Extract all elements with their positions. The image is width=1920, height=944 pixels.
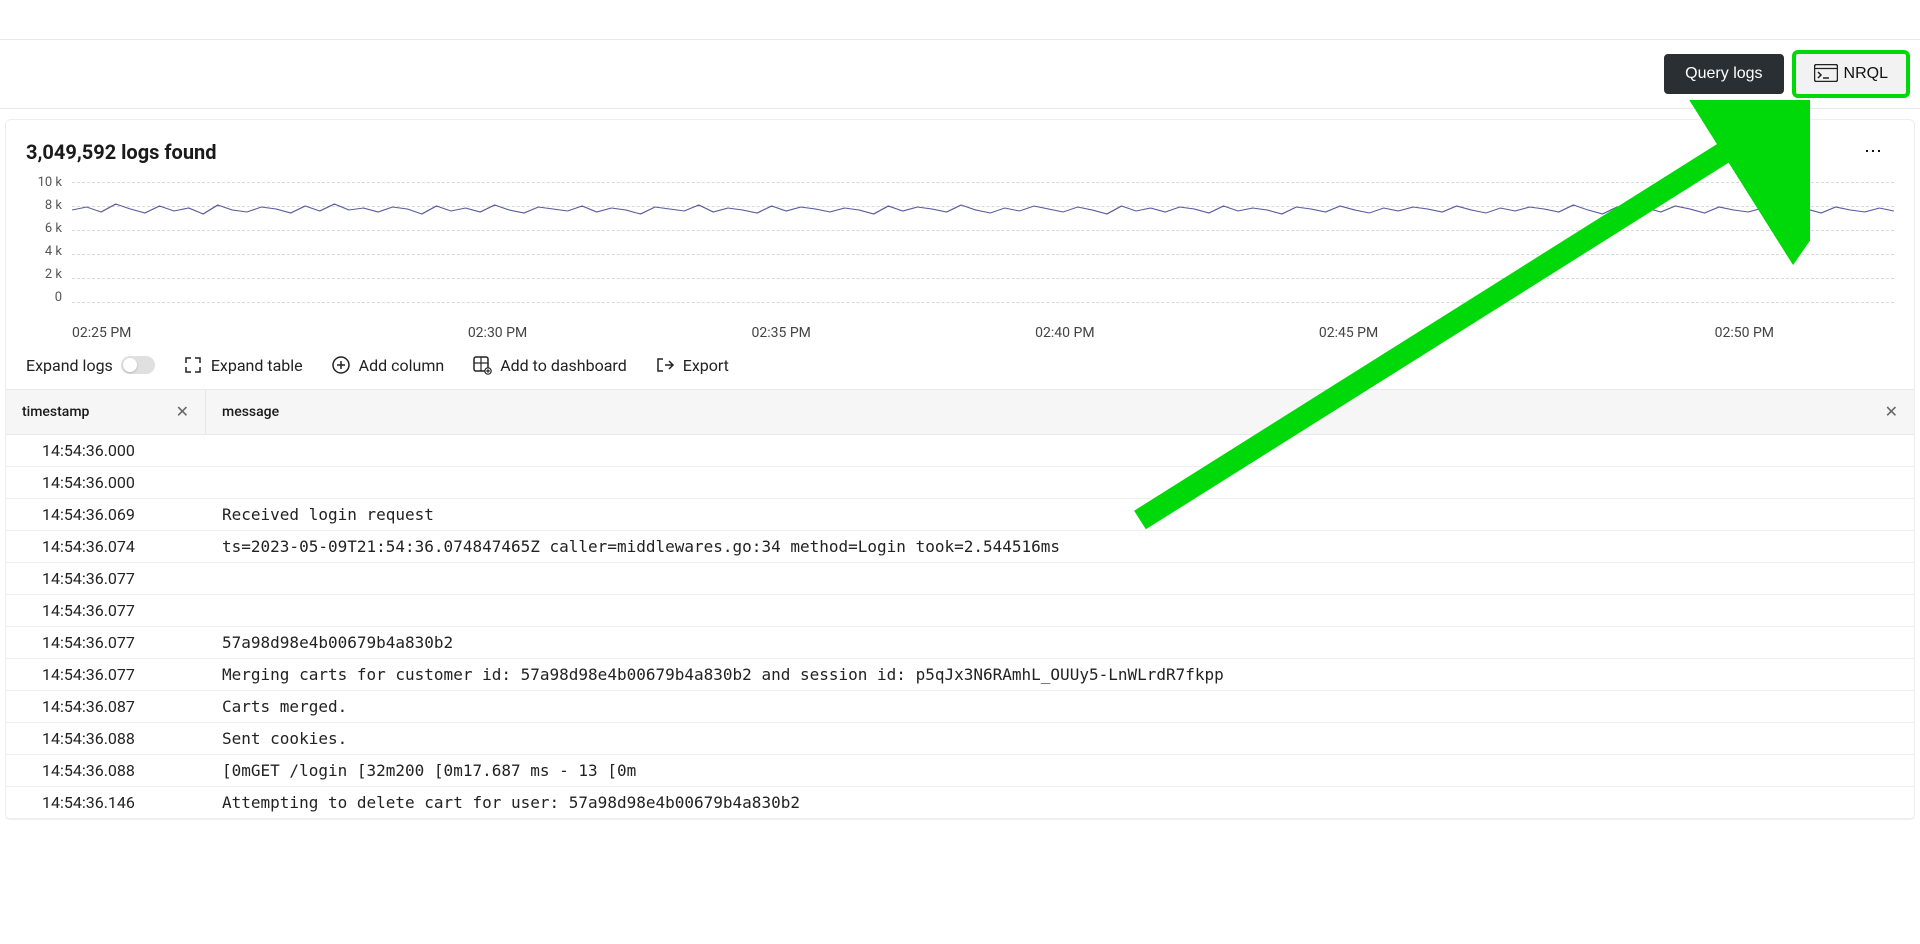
cell-message (206, 563, 1914, 594)
add-dashboard-label: Add to dashboard (500, 356, 627, 375)
table-row[interactable]: 14:54:36.069Received login request (6, 499, 1914, 531)
nrql-label: NRQL (1844, 65, 1888, 83)
query-logs-button[interactable]: Query logs (1664, 54, 1783, 94)
table-row[interactable]: 14:54:36.087Carts merged. (6, 691, 1914, 723)
top-toolbar: Query logs NRQL (0, 40, 1920, 109)
expand-icon (183, 355, 203, 375)
cell-timestamp: 14:54:36.077 (6, 627, 206, 658)
column-label: message (222, 404, 279, 420)
ellipsis-icon: ⋯ (1864, 141, 1884, 161)
y-axis: 10 k 8 k 6 k 4 k 2 k 0 (26, 175, 62, 305)
cell-timestamp: 14:54:36.088 (6, 755, 206, 786)
results-panel: 3,049,592 logs found ⋯ 10 k 8 k 6 k 4 k … (5, 119, 1915, 820)
remove-column-timestamp[interactable]: ✕ (176, 402, 189, 422)
y-tick: 0 (26, 290, 62, 305)
nrql-button[interactable]: NRQL (1792, 50, 1910, 98)
y-tick: 6 k (26, 221, 62, 236)
y-tick: 10 k (26, 175, 62, 190)
terminal-icon (1814, 64, 1834, 84)
table-row[interactable]: 14:54:36.077 (6, 563, 1914, 595)
table-row[interactable]: 14:54:36.000 (6, 467, 1914, 499)
remove-column-message[interactable]: ✕ (1885, 402, 1898, 422)
export-icon (655, 355, 675, 375)
add-column-label: Add column (359, 356, 445, 375)
toggle-icon (121, 356, 155, 374)
table-row[interactable]: 14:54:36.088Sent cookies. (6, 723, 1914, 755)
log-rows: 14:54:36.00014:54:36.00014:54:36.069Rece… (6, 435, 1914, 819)
expand-table-label: Expand table (211, 356, 303, 375)
cell-message: Carts merged. (206, 691, 1914, 722)
panel-menu-button[interactable]: ⋯ (1854, 136, 1894, 167)
table-row[interactable]: 14:54:36.088 [0mGET /login [32m200 [0m17… (6, 755, 1914, 787)
plot-area (72, 182, 1894, 302)
x-tick: 02:30 PM (356, 325, 640, 341)
results-count-title: 3,049,592 logs found (26, 140, 217, 164)
query-logs-label: Query logs (1685, 65, 1762, 83)
cell-timestamp: 14:54:36.069 (6, 499, 206, 530)
cell-message: ts=2023-05-09T21:54:36.074847465Z caller… (206, 531, 1914, 562)
table-row[interactable]: 14:54:36.07757a98d98e4b00679b4a830b2 (6, 627, 1914, 659)
export-label: Export (683, 356, 729, 375)
add-dashboard-button[interactable]: Add to dashboard (472, 355, 627, 375)
table-row[interactable]: 14:54:36.077Merging carts for customer i… (6, 659, 1914, 691)
table-header: timestamp ✕ message ✕ (6, 389, 1914, 435)
cell-message: 57a98d98e4b00679b4a830b2 (206, 627, 1914, 658)
cell-timestamp: 14:54:36.087 (6, 691, 206, 722)
expand-logs-label: Expand logs (26, 356, 113, 375)
cell-timestamp: 14:54:36.146 (6, 787, 206, 818)
table-row[interactable]: 14:54:36.000 (6, 435, 1914, 467)
close-icon: ✕ (1885, 404, 1898, 421)
top-blank-bar (0, 0, 1920, 40)
panel-head: 3,049,592 logs found ⋯ (6, 120, 1914, 175)
y-tick: 4 k (26, 244, 62, 259)
cell-message: Attempting to delete cart for user: 57a9… (206, 787, 1914, 818)
cell-timestamp: 14:54:36.077 (6, 659, 206, 690)
expand-logs-toggle[interactable]: Expand logs (26, 356, 155, 375)
plus-circle-icon (331, 355, 351, 375)
cell-message (206, 435, 1914, 466)
x-tick: 02:25 PM (72, 325, 356, 341)
cell-message: Merging carts for customer id: 57a98d98e… (206, 659, 1914, 690)
cell-timestamp: 14:54:36.000 (6, 467, 206, 498)
cell-message: Received login request (206, 499, 1914, 530)
cell-timestamp: 14:54:36.000 (6, 435, 206, 466)
cell-timestamp: 14:54:36.077 (6, 595, 206, 626)
cell-message (206, 467, 1914, 498)
add-column-button[interactable]: Add column (331, 355, 445, 375)
x-tick: 02:50 PM (1490, 325, 1894, 341)
column-header-message[interactable]: message ✕ (206, 390, 1914, 434)
export-button[interactable]: Export (655, 355, 729, 375)
cell-message: [0mGET /login [32m200 [0m17.687 ms - 13 … (206, 755, 1914, 786)
column-header-timestamp[interactable]: timestamp ✕ (6, 390, 206, 434)
x-tick: 02:40 PM (923, 325, 1207, 341)
dashboard-plus-icon (472, 355, 492, 375)
cell-message (206, 595, 1914, 626)
x-tick: 02:35 PM (639, 325, 923, 341)
y-tick: 8 k (26, 198, 62, 213)
close-icon: ✕ (176, 404, 189, 421)
cell-timestamp: 14:54:36.088 (6, 723, 206, 754)
expand-table-button[interactable]: Expand table (183, 355, 303, 375)
table-row[interactable]: 14:54:36.146Attempting to delete cart fo… (6, 787, 1914, 819)
series-line (72, 182, 1894, 302)
x-axis: 02:25 PM 02:30 PM 02:35 PM 02:40 PM 02:4… (6, 325, 1914, 341)
x-tick: 02:45 PM (1207, 325, 1491, 341)
cell-message: Sent cookies. (206, 723, 1914, 754)
cell-timestamp: 14:54:36.074 (6, 531, 206, 562)
table-row[interactable]: 14:54:36.074ts=2023-05-09T21:54:36.07484… (6, 531, 1914, 563)
column-label: timestamp (22, 404, 89, 420)
table-toolbar: Expand logs Expand table Add column (6, 341, 1914, 389)
table-row[interactable]: 14:54:36.077 (6, 595, 1914, 627)
y-tick: 2 k (26, 267, 62, 282)
log-volume-chart[interactable]: 10 k 8 k 6 k 4 k 2 k 0 (6, 175, 1914, 325)
cell-timestamp: 14:54:36.077 (6, 563, 206, 594)
